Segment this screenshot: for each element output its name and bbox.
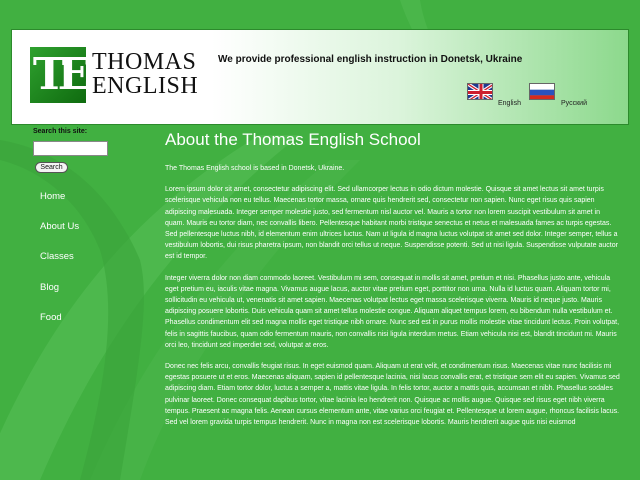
nav-food[interactable]: Food: [40, 312, 62, 323]
search-label: Search this site:: [33, 128, 88, 135]
intro-paragraph: The Thomas English school is based in Do…: [165, 165, 345, 172]
search-input[interactable]: [33, 141, 108, 156]
logo-wordmark[interactable]: THOMAS ENGLISH: [92, 50, 198, 98]
body-paragraph: Lorem ipsum dolor sit amet, consectetur …: [165, 186, 618, 261]
main-content: About the Thomas English School The Thom…: [165, 130, 620, 428]
nav-about-us[interactable]: About Us: [40, 221, 79, 232]
nav-home[interactable]: Home: [40, 191, 65, 202]
header-gradient: [212, 30, 628, 124]
logo-name-line1: THOMAS: [92, 49, 197, 75]
language-english-link[interactable]: English: [498, 100, 521, 107]
body-paragraph: Integer viverra dolor non diam commodo l…: [165, 274, 620, 349]
russia-flag-icon[interactable]: [529, 83, 555, 100]
uk-flag-icon[interactable]: [467, 83, 493, 100]
site-header: TE THOMAS ENGLISH We provide professiona…: [11, 29, 629, 125]
nav-blog[interactable]: Blog: [40, 282, 59, 293]
language-russian-link[interactable]: Русский: [561, 100, 587, 107]
search-button[interactable]: Search: [35, 162, 68, 173]
nav-classes[interactable]: Classes: [40, 251, 74, 262]
site-tagline: We provide professional english instruct…: [218, 54, 523, 65]
logo-letters: TE: [32, 49, 91, 100]
logo-name-line2: ENGLISH: [92, 73, 199, 99]
body-paragraph: Donec nec felis arcu, convallis feugiat …: [165, 363, 620, 427]
page-title: About the Thomas English School: [165, 130, 421, 149]
